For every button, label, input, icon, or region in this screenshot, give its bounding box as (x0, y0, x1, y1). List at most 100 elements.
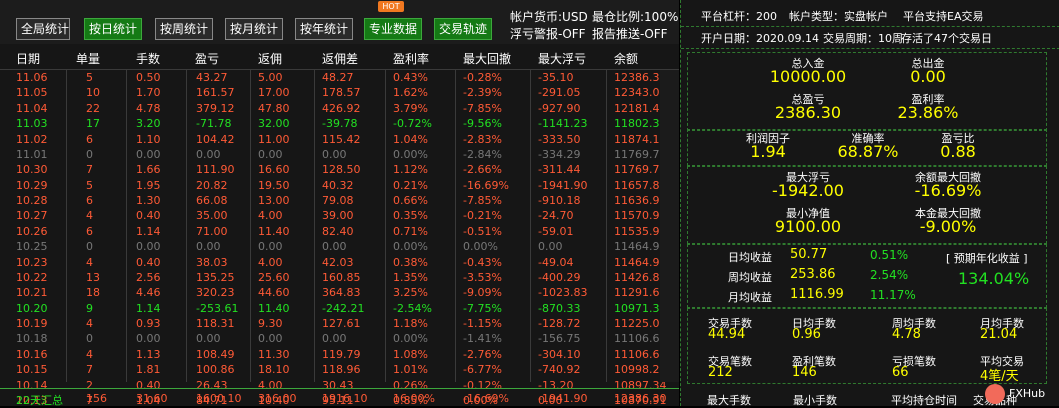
table-row[interactable]: 10.20 9 1.14 -253.61 11.40 -242.21 -2.54% -7.75… (0, 301, 679, 316)
cell-date: 10.19 (16, 317, 48, 330)
cell-max-dd: -2.66% (463, 163, 502, 177)
cell-profit-rate: 1.08% (393, 347, 428, 361)
cell-date: 11.04 (16, 101, 48, 115)
cell-max-float: -333.50 (538, 132, 581, 146)
income-pct: 2.54% (870, 268, 909, 282)
table-scrollbar[interactable] (660, 70, 679, 382)
cell-orders: 0 (86, 147, 93, 161)
cell-max-dd: -9.09% (463, 286, 502, 300)
income-amount: 1116.99 (790, 287, 844, 302)
summary-pnl: 1600.10 (196, 392, 242, 405)
cell-rebate-diff: -242.21 (322, 301, 365, 315)
principal-dd-value: -9.00% (919, 217, 977, 236)
cell-lots: 1.10 (136, 132, 161, 146)
cell-profit-rate: 0.00% (393, 332, 428, 346)
cell-balance: 11464.90 (614, 240, 667, 254)
cell-profit-rate: 1.35% (393, 270, 428, 284)
cell-rebate-diff: 128.50 (322, 163, 361, 177)
cell-orders: 4 (86, 347, 93, 361)
cell-rebate: 11.40 (258, 301, 290, 315)
cell-max-float: -870.33 (538, 301, 581, 315)
table-row[interactable]: 10.21 18 4.46 320.23 44.60 364.83 3.25% -9.09% -… (0, 285, 679, 300)
income-label: 周均收益 (728, 271, 772, 284)
cell-pnl: 100.86 (196, 363, 235, 377)
toolbar: 全局统计 按日统计 按周统计 按月统计 按年统计 HOT 专业数据 交易轨迹 帐… (0, 0, 679, 44)
cell-max-float: -927.90 (538, 101, 581, 115)
cell-date: 10.23 (16, 255, 48, 269)
cell-max-float: 0.00 (538, 240, 563, 254)
table-row[interactable]: 11.01 0 0.00 0.00 0.00 0.00 0.00% -2.84% -334.29… (0, 147, 679, 162)
global-stats-button[interactable]: 全局统计 (16, 18, 70, 40)
cell-pnl: 161.57 (196, 86, 235, 100)
cell-pnl: 20.82 (196, 178, 228, 192)
cell-orders: 4 (86, 317, 93, 330)
weekly-stats-button[interactable]: 按周统计 (155, 18, 213, 40)
cell-lots: 1.95 (136, 178, 161, 192)
cell-lots: 1.14 (136, 224, 161, 238)
col-date: 日期 (16, 52, 41, 66)
cell-lots: 1.13 (136, 347, 161, 361)
cell-max-dd: -7.85% (463, 101, 502, 115)
monthly-stats-button[interactable]: 按月统计 (225, 18, 283, 40)
income-label: 月均收益 (728, 291, 772, 304)
cell-orders: 6 (86, 224, 93, 238)
trade-cycle-label: 交易周期：10周 (823, 32, 903, 45)
daily-stats-button[interactable]: 按日统计 (84, 18, 142, 40)
cell-rebate: 11.40 (258, 224, 290, 238)
cell-profit-rate: -0.72% (393, 117, 432, 131)
table-row[interactable]: 10.28 6 1.30 66.08 13.00 79.08 0.66% -7.85% -910… (0, 193, 679, 208)
withdraw-value: 0.00 (910, 67, 946, 86)
fxhub-logo-text: FXHub (1009, 387, 1046, 400)
cell-orders: 22 (86, 101, 100, 115)
table-row[interactable]: 10.19 4 0.93 118.31 9.30 127.61 1.18% -1.15% -12… (0, 316, 679, 331)
cell-profit-rate: 0.21% (393, 178, 428, 192)
table-row[interactable]: 10.29 5 1.95 20.82 19.50 40.32 0.21% -16.69% -19… (0, 178, 679, 193)
lots-value: 0.96 (792, 327, 821, 342)
cell-date: 10.29 (16, 178, 48, 192)
cell-date: 11.02 (16, 132, 48, 146)
cell-orders: 7 (86, 363, 93, 377)
table-row[interactable]: 10.25 0 0.00 0.00 0.00 0.00 0.00% 0.00% 0.00 1146… (0, 239, 679, 254)
table-row[interactable]: 11.02 6 1.10 104.42 11.00 115.42 1.04% -2.83% -3… (0, 132, 679, 147)
cell-date: 10.27 (16, 209, 48, 223)
daily-stats-table: 11.06 5 0.50 43.27 5.00 48.27 0.43% -0.28% -35.1… (0, 70, 679, 408)
trades-value: 4笔/天 (980, 369, 1019, 384)
table-row[interactable]: 11.05 10 1.70 161.57 17.00 178.57 1.62% -2.39% -… (0, 85, 679, 100)
accuracy-value: 68.87% (837, 142, 899, 161)
cell-max-float: -59.01 (538, 224, 574, 238)
table-row[interactable]: 10.30 7 1.66 111.90 16.60 128.50 1.12% -2.66% -3… (0, 162, 679, 177)
table-row[interactable]: 10.16 4 1.13 108.49 11.30 119.79 1.08% -2.76% -3… (0, 347, 679, 362)
profit-rate-value: 23.86% (897, 103, 959, 122)
table-row[interactable]: 10.26 6 1.14 71.00 11.40 82.40 0.71% -0.51% -59.… (0, 224, 679, 239)
cell-date: 10.18 (16, 332, 48, 346)
cell-profit-rate: 1.04% (393, 132, 428, 146)
cell-rebate: 0.00 (258, 240, 283, 254)
table-row[interactable]: 11.03 17 3.20 -71.78 32.00 -39.78 -0.72% -9.56%… (0, 116, 679, 131)
cell-rebate: 32.00 (258, 117, 290, 131)
table-row[interactable]: 10.18 0 0.00 0.00 0.00 0.00 0.00% -1.41% -156.75… (0, 331, 679, 346)
cell-date: 11.05 (16, 86, 48, 100)
cell-rebate-diff: 160.85 (322, 270, 361, 284)
currency-label: 帐户货币:USD (510, 10, 588, 24)
cell-pnl: 320.23 (196, 286, 235, 300)
cell-date: 10.16 (16, 347, 48, 361)
table-row[interactable]: 10.23 4 0.40 38.03 4.00 42.03 0.38% -0.43% -49.0… (0, 255, 679, 270)
table-row[interactable]: 10.27 4 0.40 35.00 4.00 39.00 0.35% -0.21% -24.7… (0, 208, 679, 223)
table-row[interactable]: 11.04 22 4.78 379.12 47.80 426.92 3.79% -7.85% -… (0, 101, 679, 116)
summary-rebate: 316.00 (258, 392, 297, 405)
report-push-toggle[interactable]: 报告推送-OFF (592, 25, 668, 42)
open-date-label: 开户日期：2020.09.14 (701, 32, 819, 45)
yearly-stats-button[interactable]: 按年统计 (295, 18, 353, 40)
table-row[interactable]: 11.06 5 0.50 43.27 5.00 48.27 0.43% -0.28% -35.1… (0, 70, 679, 85)
cell-max-dd: -1.15% (463, 317, 502, 330)
float-alert-toggle[interactable]: 浮亏警报-OFF (510, 25, 586, 42)
table-row[interactable]: 10.22 13 2.56 135.25 25.60 160.85 1.35% -3.53% -… (0, 270, 679, 285)
pro-data-button[interactable]: 专业数据 (364, 18, 422, 40)
cell-profit-rate: 1.01% (393, 363, 428, 377)
lots-value: 4.78 (892, 327, 921, 342)
trade-track-button[interactable]: 交易轨迹 (434, 18, 492, 40)
table-row[interactable]: 10.15 7 1.81 100.86 18.10 118.96 1.01% -6.77% -7… (0, 362, 679, 377)
income-pct: 11.17% (870, 288, 916, 302)
app-root: 全局统计 按日统计 按周统计 按月统计 按年统计 HOT 专业数据 交易轨迹 帐… (0, 0, 1059, 408)
cell-lots: 1.30 (136, 194, 161, 207)
